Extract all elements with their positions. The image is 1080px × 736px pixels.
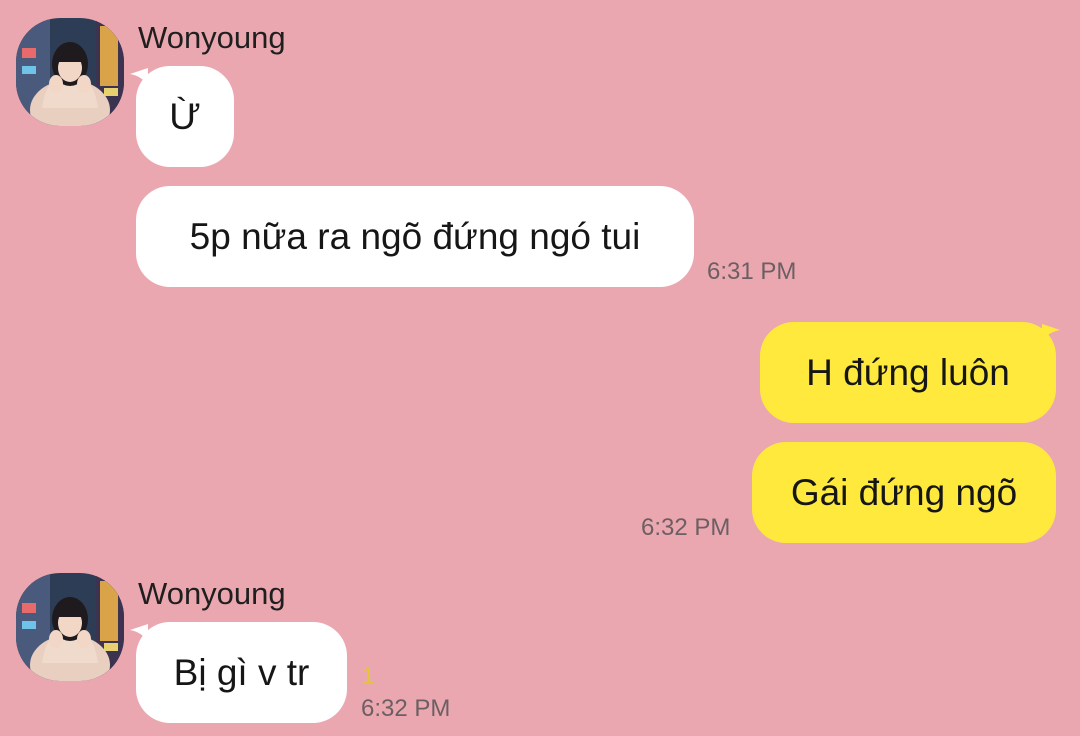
avatar[interactable]	[16, 573, 124, 681]
message-timestamp: 6:32 PM	[361, 695, 451, 722]
message-timestamp: 6:31 PM	[707, 258, 797, 285]
chat-conversation: Wonyoung Ừ 5p nữa ra ngõ đứng ngó tui 6:…	[0, 0, 1080, 736]
outgoing-message-bubble[interactable]: H đứng luôn	[760, 322, 1056, 423]
outgoing-message-bubble[interactable]: Gái đứng ngõ	[752, 442, 1056, 543]
incoming-message-bubble[interactable]: Ừ	[136, 66, 234, 167]
incoming-message-bubble[interactable]: 5p nữa ra ngõ đứng ngó tui	[136, 186, 694, 287]
sender-name: Wonyoung	[138, 20, 286, 55]
message-text: Bị gì v tr	[173, 652, 310, 693]
message-timestamp: 6:32 PM	[641, 514, 731, 541]
message-text: 5p nữa ra ngõ đứng ngó tui	[189, 216, 641, 257]
message-text: Gái đứng ngõ	[790, 472, 1018, 513]
message-text: H đứng luôn	[806, 352, 1010, 393]
unread-count: 1	[362, 663, 375, 688]
avatar[interactable]	[16, 18, 124, 126]
message-text: Ừ	[169, 96, 201, 137]
sender-name: Wonyoung	[138, 576, 286, 611]
incoming-message-bubble[interactable]: Bị gì v tr	[136, 622, 347, 723]
